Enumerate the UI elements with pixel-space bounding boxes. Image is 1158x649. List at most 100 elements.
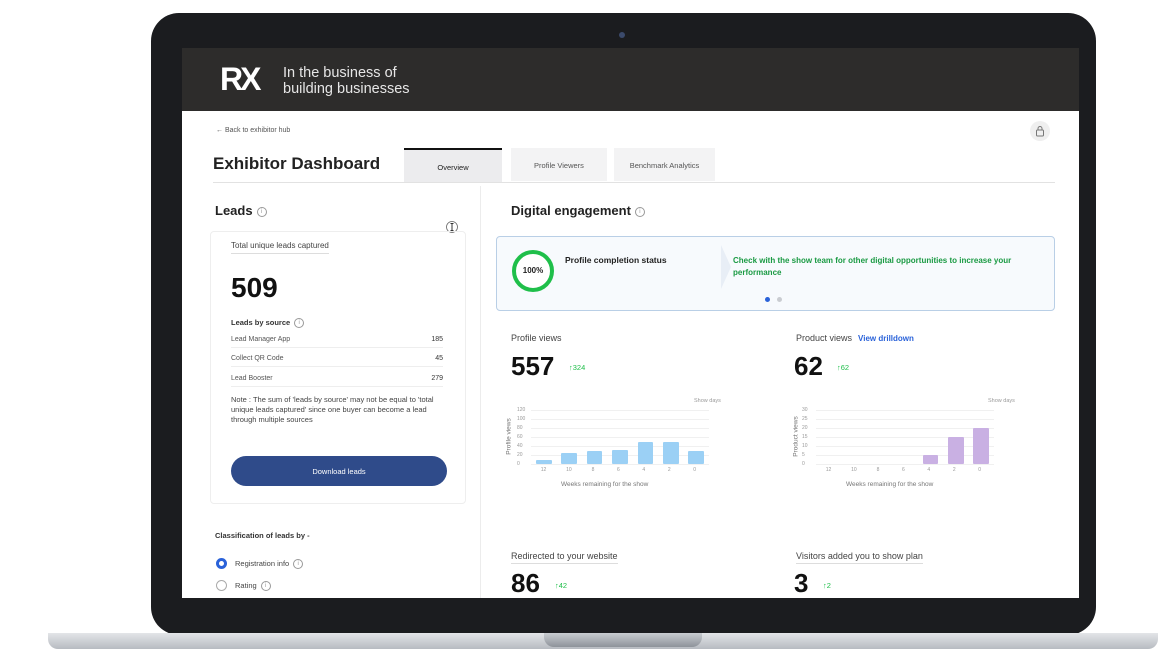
x-tick-label: 8: [876, 467, 880, 473]
tab-overview[interactable]: Overview: [404, 148, 502, 183]
redirected-label: Redirected to your website: [511, 551, 618, 564]
visitors-plan-value: 3: [794, 568, 809, 598]
rx-logo: RX: [220, 61, 261, 97]
y-tick-label: 20: [802, 425, 808, 431]
option-label: Rating: [235, 581, 257, 590]
show-days-legend: Show days: [694, 398, 721, 404]
visitors-plan-delta: ↑2: [823, 581, 831, 590]
y-tick-label: 25: [802, 416, 808, 422]
camera-icon: [619, 32, 625, 38]
leads-heading: Leads i: [215, 203, 267, 218]
chart-bar[interactable]: [922, 455, 939, 464]
y-tick-label: 0: [517, 461, 520, 467]
chart-bar[interactable]: [535, 459, 552, 464]
gridline: [531, 437, 709, 438]
profile-views-chart: Profile views 120 100 80 60 40 20 0 12 10 8 6 4 2 0 Wee…: [505, 406, 729, 496]
lock-icon[interactable]: [1030, 121, 1050, 141]
profile-views-value: 557: [511, 351, 555, 381]
chart-bar[interactable]: [637, 442, 654, 464]
brand-tagline: In the business of building businesses: [283, 65, 410, 97]
page-title: Exhibitor Dashboard: [213, 154, 381, 173]
completion-label: Profile completion status: [565, 255, 667, 265]
chart-bar[interactable]: [586, 450, 603, 464]
gridline: [531, 464, 709, 465]
chart-bar[interactable]: [662, 441, 679, 464]
visitors-plan-label: Visitors added you to show plan: [796, 551, 923, 564]
engagement-title: Digital engagement: [511, 203, 631, 218]
x-tick-label: 6: [902, 467, 905, 473]
gridline: [531, 446, 709, 447]
product-views-label: Product views View drilldown: [796, 333, 914, 343]
tab-profile-viewers[interactable]: Profile Viewers: [511, 148, 607, 181]
x-tick-label: 2: [667, 467, 671, 473]
y-axis-title: Profile views: [505, 418, 513, 455]
y-tick-label: 120: [517, 407, 526, 413]
chart-bar[interactable]: [561, 453, 578, 464]
x-tick-label: 2: [952, 467, 956, 473]
chart-bar[interactable]: [688, 451, 705, 464]
info-icon[interactable]: i: [293, 559, 304, 570]
x-tick-label: 4: [927, 467, 931, 473]
profile-views-label: Profile views: [511, 333, 562, 343]
download-leads-button[interactable]: Download leads: [231, 456, 447, 486]
source-name: Lead Booster: [231, 375, 273, 382]
leads-title: Leads: [215, 203, 253, 218]
gridline: [816, 437, 994, 438]
gridline: [531, 419, 709, 420]
gridline: [531, 410, 709, 411]
classification-label: Classification of leads by -: [215, 531, 310, 540]
completion-message: Check with the show team for other digit…: [733, 256, 1012, 277]
radio-rating[interactable]: [216, 580, 227, 591]
x-tick-label: 12: [825, 467, 832, 473]
info-icon[interactable]: i: [256, 206, 267, 217]
info-icon[interactable]: i: [294, 318, 305, 329]
product-views-title: Product views: [796, 333, 853, 343]
view-drilldown-link[interactable]: View drilldown: [858, 334, 914, 343]
x-tick-label: 0: [978, 467, 982, 473]
y-axis-title: Product views: [792, 416, 800, 457]
x-tick-label: 6: [617, 467, 620, 473]
gridline: [531, 428, 709, 429]
source-name: Collect QR Code: [231, 355, 284, 362]
tagline-line-2: building businesses: [283, 81, 410, 97]
source-row: Lead Manager App 185: [231, 332, 443, 348]
gridline: [816, 410, 994, 411]
source-value: 279: [431, 375, 443, 382]
chart-bar[interactable]: [612, 449, 628, 464]
y-tick-label: 80: [517, 425, 523, 431]
y-tick-label: 100: [517, 416, 526, 422]
back-link[interactable]: ← Back to exhibitor hub: [216, 127, 290, 134]
redirected-value: 86: [511, 568, 540, 598]
x-tick-label: 4: [642, 467, 646, 473]
y-tick-label: 10: [802, 443, 808, 449]
product-views-delta: ↑62: [837, 363, 850, 372]
redirected-delta: ↑42: [555, 581, 568, 590]
chevron-divider-icon: [721, 245, 731, 289]
option-label: Registration info: [235, 559, 290, 568]
gridline: [816, 446, 994, 447]
total-leads-value: 509: [231, 272, 278, 303]
x-tick-label: 0: [693, 467, 697, 473]
gridline: [816, 428, 994, 429]
x-tick-label: 8: [591, 467, 595, 473]
carousel-dot[interactable]: [777, 297, 782, 302]
y-tick-label: 20: [517, 452, 523, 458]
chart-bar[interactable]: [973, 428, 990, 464]
chart-bar[interactable]: [947, 437, 964, 464]
source-name: Lead Manager App: [231, 336, 291, 343]
tab-divider: [213, 182, 1055, 183]
radio-rating-label: Rating i: [235, 581, 271, 592]
tab-benchmark-analytics[interactable]: Benchmark Analytics: [614, 148, 715, 181]
product-views-chart: Product views 30 25 20 15 10 5 0 12 10 8 6 4 2 0 Weeks …: [792, 406, 1016, 496]
y-tick-label: 30: [802, 407, 808, 413]
brand-header: RX In the business of building businesse…: [182, 48, 1079, 111]
leads-note: Note : The sum of 'leads by source' may …: [231, 395, 434, 424]
leads-by-source-label: Leads by source: [231, 318, 291, 327]
panel-divider: [480, 186, 481, 598]
x-tick-label: 12: [540, 467, 547, 473]
info-icon[interactable]: i: [260, 581, 271, 592]
radio-registration-info[interactable]: [216, 558, 227, 569]
source-row: Collect QR Code 45: [231, 351, 443, 367]
info-icon[interactable]: i: [634, 206, 645, 217]
carousel-dot-active[interactable]: [765, 297, 770, 302]
